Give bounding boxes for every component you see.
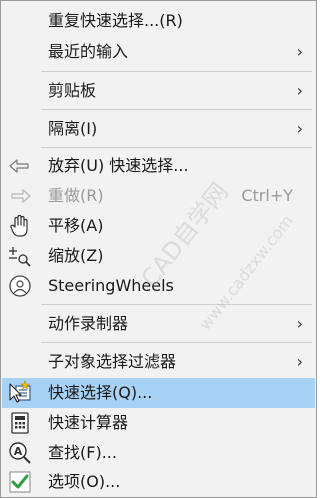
menu-item-label: 隔离(I) [48,119,98,138]
menu-item-label: 子对象选择过滤器 [48,352,177,371]
menu-item-isolate[interactable]: 隔离(I) › [2,115,315,143]
calculator-icon [7,411,33,435]
menu-separator [41,342,312,343]
chevron-right-icon: › [296,81,303,100]
menu-separator [41,304,312,305]
menu-item-label: 快速计算器 [48,413,129,432]
menu-item-pan[interactable]: 平移(A) [2,212,315,240]
svg-text:A: A [14,445,23,458]
menu-item-undo[interactable]: 放弃(U) 快速选择... [2,152,315,180]
menu-item-label: SteeringWheels [48,276,174,295]
menu-item-zoom[interactable]: 缩放(Z) [2,242,315,270]
quick-select-icon [7,380,33,404]
menu-item-recent-input[interactable]: 最近的输入 › [2,38,315,66]
menu-item-label: 动作录制器 [48,314,129,333]
chevron-right-icon: › [296,42,303,61]
steering-wheel-icon [7,274,33,298]
menu-item-label: 重复快速选择...(R) [48,11,183,30]
menu-item-steeringwheels[interactable]: SteeringWheels [2,272,315,300]
chevron-right-icon: › [296,314,303,333]
context-menu: 重复快速选择...(R) 最近的输入 › 剪贴板 › 隔离(I) › 放弃(U)… [0,0,317,498]
menu-item-label: 放弃(U) 快速选择... [48,156,189,175]
chevron-right-icon: › [296,119,303,138]
menu-item-label: 重做(R) [48,186,104,205]
checkmark-icon [7,470,33,494]
menu-item-subobject-filter[interactable]: 子对象选择过滤器 › [2,348,315,376]
shortcut-text: Ctrl+Y [241,186,293,205]
zoom-icon [7,244,33,268]
redo-icon [7,184,33,208]
menu-item-label: 平移(A) [48,216,104,235]
find-icon: A [7,441,33,465]
menu-item-options[interactable]: 选项(O)... [2,468,315,496]
menu-item-find[interactable]: A 查找(F)... [2,439,315,467]
menu-item-label: 查找(F)... [48,443,117,462]
menu-item-redo[interactable]: 重做(R) Ctrl+Y [2,182,315,210]
menu-item-quick-select[interactable]: 快速选择(Q)... [2,378,315,408]
menu-item-repeat-quick-select[interactable]: 重复快速选择...(R) [2,7,315,35]
undo-icon [7,154,33,178]
menu-item-label: 缩放(Z) [48,246,104,265]
menu-separator [41,109,312,110]
menu-item-label: 最近的输入 [48,42,129,61]
hand-icon [7,214,33,238]
menu-item-clipboard[interactable]: 剪贴板 › [2,77,315,105]
menu-item-label: 剪贴板 [48,81,97,100]
chevron-right-icon: › [296,352,303,371]
menu-item-quick-calculator[interactable]: 快速计算器 [2,409,315,437]
menu-separator [41,147,312,148]
menu-item-label: 快速选择(Q)... [48,383,153,402]
menu-separator [41,71,312,72]
menu-item-action-recorder[interactable]: 动作录制器 › [2,310,315,338]
menu-item-label: 选项(O)... [48,472,121,491]
